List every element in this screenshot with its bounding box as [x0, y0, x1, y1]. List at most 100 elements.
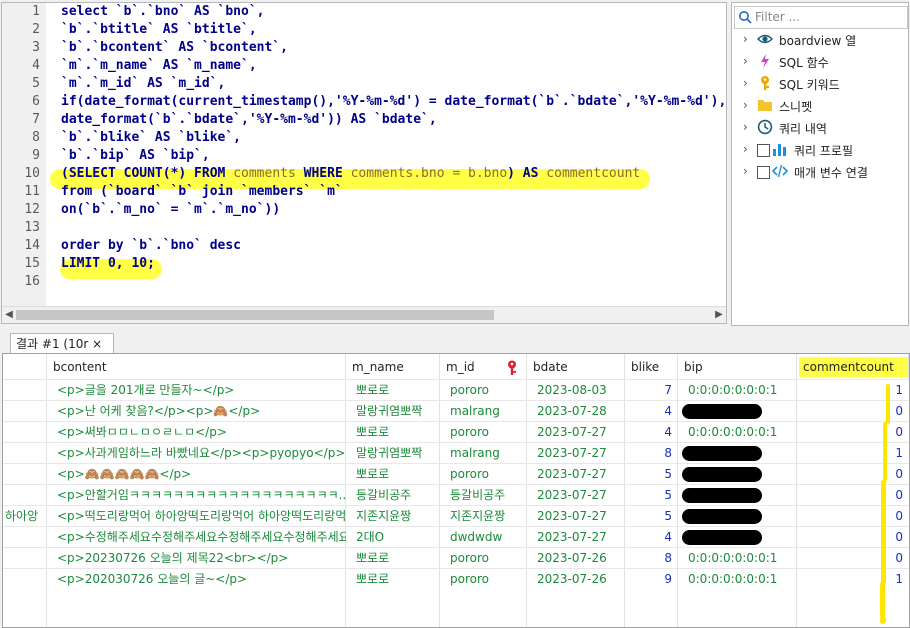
- tree-item[interactable]: › boardview 열: [732, 29, 908, 51]
- table-cell-m-name[interactable]: 뽀로로: [346, 548, 440, 568]
- table-cell-m-id[interactable]: 등갈비공주: [440, 485, 527, 505]
- table-cell-bdate[interactable]: 2023-07-27: [527, 527, 625, 547]
- chevron-right-icon[interactable]: ›: [743, 164, 748, 178]
- chevron-right-icon[interactable]: ›: [743, 120, 748, 134]
- tree-item[interactable]: › 쿼리 프로필: [732, 139, 908, 161]
- column-header-m-name[interactable]: m_name: [346, 354, 440, 380]
- table-cell-m-name[interactable]: 뽀로로: [346, 380, 440, 400]
- sql-editor[interactable]: 1 2 3 4 5 6 7 8 9 10 11 12 13 14 15 16 select `b`.`bno`…: [1, 2, 727, 324]
- table-cell-bip[interactable]: [678, 464, 797, 484]
- table-cell-bcontent[interactable]: <p>사과게임하느라 바빴네요</p><p>pyopyo</p><...: [47, 443, 346, 463]
- chevron-right-icon[interactable]: ›: [743, 142, 748, 156]
- table-cell-bip[interactable]: 0:0:0:0:0:0:0:1: [678, 422, 797, 442]
- table-cell-m-name[interactable]: 지존지윤짱: [346, 506, 440, 526]
- table-cell[interactable]: [3, 569, 47, 589]
- table-row[interactable]: <p>써봐ㅁㅁㄴㅁㅇㄹㄴㅁ</p> 뽀로로 pororo 2023-07-27 4 0:0…: [3, 421, 909, 442]
- table-cell-bip[interactable]: 0:0:0:0:0:0:0:1: [678, 548, 797, 568]
- chevron-right-icon[interactable]: ›: [743, 98, 748, 112]
- table-row[interactable]: <p>난 어케 찾음?</p><p>🙈</p> 말랑귀염뽀짝 malrang 2023…: [3, 400, 909, 421]
- column-header-m-id[interactable]: m_id: [440, 354, 527, 380]
- column-header-bdate[interactable]: bdate: [527, 354, 625, 380]
- table-cell-bip[interactable]: [678, 527, 797, 547]
- table-cell[interactable]: 하아앙: [3, 506, 47, 526]
- tree-item[interactable]: › 매개 변수 연결: [732, 161, 908, 183]
- table-cell-blike[interactable]: 5: [625, 506, 678, 526]
- table-cell[interactable]: [3, 443, 47, 463]
- table-cell-m-name[interactable]: 뽀로로: [346, 422, 440, 442]
- table-cell-bcontent[interactable]: <p>글을 201개로 만들자~</p>: [47, 380, 346, 400]
- table-cell-bcontent[interactable]: <p>20230726 오늘의 제목22<br></p>: [47, 548, 346, 568]
- table-cell-m-name[interactable]: 말랑귀염뽀짝: [346, 443, 440, 463]
- table-cell-commentcount[interactable]: 1: [797, 380, 909, 400]
- table-cell-m-name[interactable]: 뽀로로: [346, 464, 440, 484]
- table-cell-m-name[interactable]: 말랑귀염뽀짝: [346, 401, 440, 421]
- table-cell-bdate[interactable]: 2023-07-27: [527, 422, 625, 442]
- table-cell-bdate[interactable]: 2023-07-27: [527, 464, 625, 484]
- table-cell-m-id[interactable]: pororo: [440, 569, 527, 589]
- table-row[interactable]: <p>202030726 오늘의 글~</p> 뽀로로 pororo 2023-07-…: [3, 568, 909, 589]
- tab-result-1[interactable]: 결과 #1 (10r × 9c): [10, 333, 114, 371]
- table-cell[interactable]: [3, 527, 47, 547]
- chevron-right-icon[interactable]: ›: [743, 54, 748, 68]
- tree-item[interactable]: › SQL 함수: [732, 51, 908, 73]
- table-cell-bcontent[interactable]: <p>수정해주세요수정해주세요수정해주세요수정해주세요...: [47, 527, 346, 547]
- table-cell-bdate[interactable]: 2023-07-26: [527, 548, 625, 568]
- table-cell-commentcount[interactable]: 0: [797, 401, 909, 421]
- table-cell[interactable]: [3, 548, 47, 568]
- table-cell-m-id[interactable]: malrang: [440, 443, 527, 463]
- table-cell-bdate[interactable]: 2023-07-27: [527, 443, 625, 463]
- table-cell-blike[interactable]: 4: [625, 527, 678, 547]
- table-cell-blike[interactable]: 7: [625, 380, 678, 400]
- table-cell-bip[interactable]: 0:0:0:0:0:0:0:1: [678, 569, 797, 589]
- table-cell[interactable]: [3, 380, 47, 400]
- scroll-right-icon[interactable]: ▶: [712, 307, 726, 323]
- table-cell[interactable]: [3, 401, 47, 421]
- table-cell-bdate[interactable]: 2023-07-27: [527, 485, 625, 505]
- filter-box[interactable]: [734, 6, 908, 29]
- table-cell-blike[interactable]: 8: [625, 548, 678, 568]
- table-cell-m-id[interactable]: pororo: [440, 422, 527, 442]
- horizontal-scrollbar[interactable]: ◀ ▶: [2, 306, 726, 323]
- table-cell-bdate[interactable]: 2023-08-03: [527, 380, 625, 400]
- table-row[interactable]: <p>사과게임하느라 바빴네요</p><p>pyopyo</p><... 말랑귀염…: [3, 442, 909, 463]
- table-cell-bcontent[interactable]: <p>써봐ㅁㅁㄴㅁㅇㄹㄴㅁ</p>: [47, 422, 346, 442]
- table-cell-bdate[interactable]: 2023-07-28: [527, 401, 625, 421]
- table-cell[interactable]: [3, 422, 47, 442]
- table-cell-m-id[interactable]: pororo: [440, 464, 527, 484]
- table-cell-commentcount[interactable]: 1: [797, 443, 909, 463]
- table-row[interactable]: 하아앙 <p>떡도리랑먹어 하아앙떡도리랑먹어 하아앙떡도리랑먹어... 지존지윤짱…: [3, 505, 909, 526]
- column-header[interactable]: [3, 354, 47, 380]
- column-header-bcontent[interactable]: bcontent: [47, 354, 346, 380]
- table-cell-m-name[interactable]: 뽀로로: [346, 569, 440, 589]
- table-cell-bcontent[interactable]: <p>🙈🙈🙈🙈🙈</p>: [47, 464, 346, 484]
- table-cell-bcontent[interactable]: <p>안할거임ㅋㅋㅋㅋㅋㅋㅋㅋㅋㅋㅋㅋㅋㅋㅋㅋㅋㅋㅋ...: [47, 485, 346, 505]
- table-cell-m-id[interactable]: 지존지윤짱: [440, 506, 527, 526]
- table-cell-bcontent[interactable]: <p>난 어케 찾음?</p><p>🙈</p>: [47, 401, 346, 421]
- table-cell-commentcount[interactable]: 0: [797, 422, 909, 442]
- table-cell-bcontent[interactable]: <p>202030726 오늘의 글~</p>: [47, 569, 346, 589]
- tree-item[interactable]: › 스니펫: [732, 95, 908, 117]
- table-cell-m-id[interactable]: dwdwdw: [440, 527, 527, 547]
- tree-item[interactable]: › 쿼리 내역: [732, 117, 908, 139]
- column-header-bip[interactable]: bip: [678, 354, 797, 380]
- table-cell-bip[interactable]: 0:0:0:0:0:0:0:1: [678, 380, 797, 400]
- chevron-right-icon[interactable]: ›: [743, 32, 748, 46]
- table-cell-commentcount[interactable]: 0: [797, 548, 909, 568]
- chevron-right-icon[interactable]: ›: [743, 76, 748, 90]
- table-cell-commentcount[interactable]: 0: [797, 485, 909, 505]
- table-row[interactable]: <p>글을 201개로 만들자~</p> 뽀로로 pororo 2023-08-03 7…: [3, 379, 909, 400]
- table-cell-bip[interactable]: [678, 506, 797, 526]
- table-cell-commentcount[interactable]: 1: [797, 569, 909, 589]
- table-cell-blike[interactable]: 5: [625, 464, 678, 484]
- table-cell-bip[interactable]: [678, 485, 797, 505]
- column-header-blike[interactable]: blike: [625, 354, 678, 380]
- table-cell-m-id[interactable]: pororo: [440, 380, 527, 400]
- table-cell-blike[interactable]: 4: [625, 401, 678, 421]
- checkbox[interactable]: [757, 166, 770, 179]
- code-area[interactable]: select `b`.`bno` AS `bno`, `b`.`btitle` A…: [61, 3, 726, 291]
- scroll-left-icon[interactable]: ◀: [2, 307, 16, 323]
- table-cell[interactable]: [3, 464, 47, 484]
- table-cell-blike[interactable]: 8: [625, 443, 678, 463]
- table-row[interactable]: <p>수정해주세요수정해주세요수정해주세요수정해주세요... 2대O dwdwdw 2…: [3, 526, 909, 547]
- table-cell-blike[interactable]: 5: [625, 485, 678, 505]
